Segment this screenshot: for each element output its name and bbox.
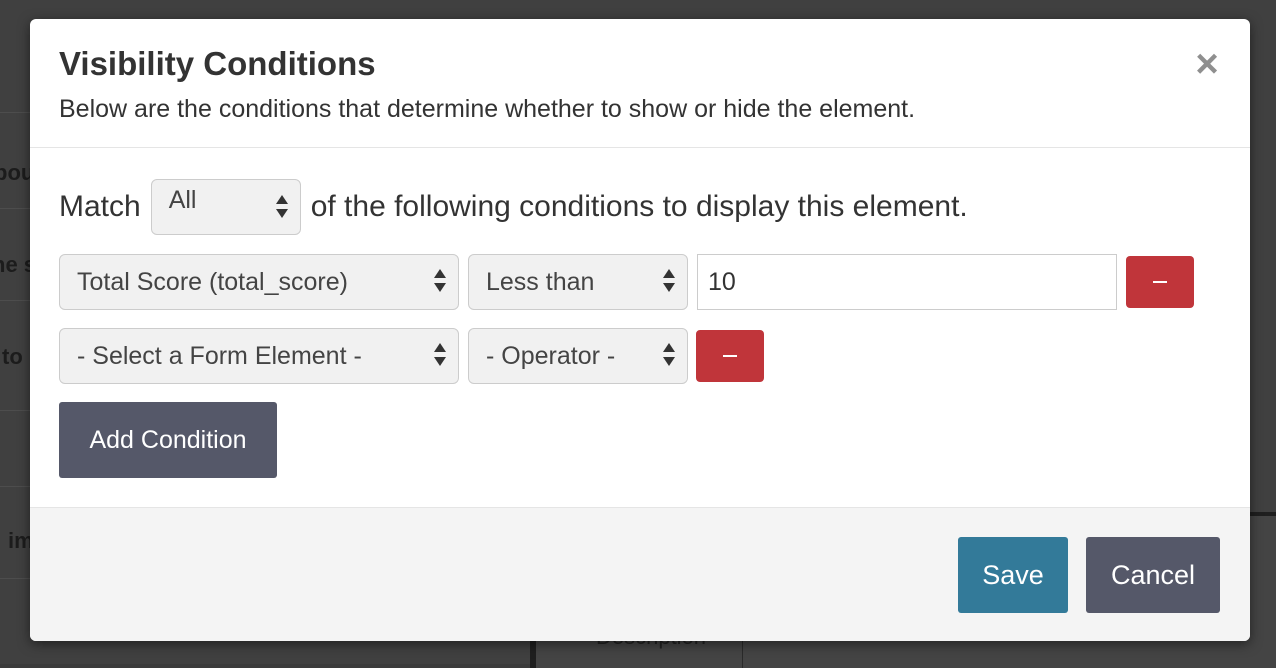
bg-divider [0,112,30,113]
bg-text-fragment: to [2,344,23,369]
select-arrows-icon [663,343,675,369]
bg-divider [0,208,30,209]
match-mode-select[interactable]: All [150,179,301,235]
match-row: Match All of the following conditions to… [59,179,968,235]
form-element-value: - Select a Form Element - [77,342,362,370]
form-element-select[interactable]: - Select a Form Element - [59,328,459,384]
remove-condition-button[interactable] [696,330,764,382]
modal-header: Visibility Conditions Below are the cond… [30,19,1250,148]
operator-select[interactable]: - Operator - [468,328,688,384]
bg-divider [0,410,30,411]
remove-condition-button[interactable] [1126,256,1194,308]
visibility-conditions-modal: Visibility Conditions Below are the cond… [30,19,1250,641]
bg-divider [0,486,30,487]
operator-value: - Operator - [486,342,616,370]
minus-icon [723,355,737,357]
modal-footer: Save Cancel [30,507,1250,641]
match-prefix-label: Match [59,190,141,223]
match-mode-value: All [168,186,197,214]
select-arrows-icon [275,195,288,221]
select-arrows-icon [663,269,675,295]
select-arrows-icon [434,269,446,295]
modal-body: Match All of the following conditions to… [30,148,1250,506]
select-arrows-icon [434,343,446,369]
operator-select[interactable]: Less than [468,254,688,310]
modal-subtitle: Below are the conditions that determine … [59,95,916,123]
bg-divider [0,578,30,579]
operator-value: Less than [486,268,595,296]
modal-title: Visibility Conditions [59,45,376,82]
add-condition-button[interactable]: Add Condition [59,402,277,478]
form-element-select[interactable]: Total Score (total_score) [59,254,459,310]
match-suffix-label: of the following conditions to display t… [310,190,968,223]
minus-icon [1153,281,1167,283]
form-element-value: Total Score (total_score) [77,268,348,296]
save-button[interactable]: Save [958,537,1068,613]
close-icon[interactable]: × [1190,44,1224,84]
bg-divider [0,300,30,301]
cancel-button[interactable]: Cancel [1086,537,1220,613]
condition-value-input[interactable]: 10 [697,254,1117,310]
